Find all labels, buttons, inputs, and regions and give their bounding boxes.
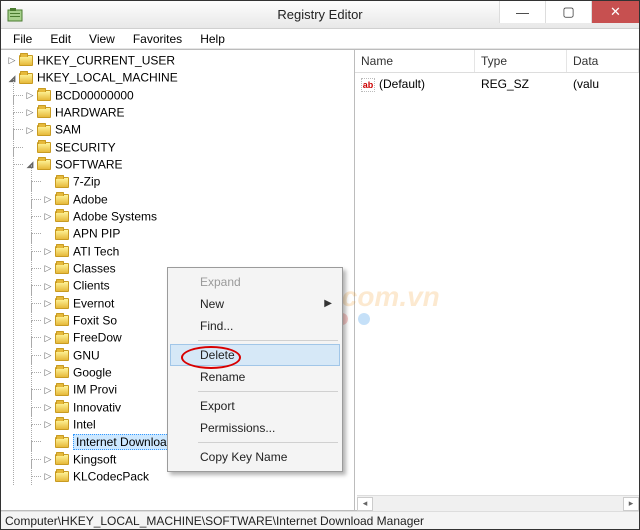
ctx-copy-key-name[interactable]: Copy Key Name <box>170 446 340 468</box>
folder-icon <box>55 419 69 430</box>
tree-node[interactable]: ▷Adobe Systems <box>43 208 354 225</box>
expander-icon[interactable]: ▷ <box>43 243 53 260</box>
folder-icon <box>55 298 69 309</box>
folder-icon <box>37 107 51 118</box>
scroll-right-icon[interactable]: ▸ <box>623 497 639 511</box>
tree-node[interactable]: ▷HKEY_CURRENT_USER <box>7 52 354 69</box>
ctx-export[interactable]: Export <box>170 395 340 417</box>
folder-icon <box>55 229 69 240</box>
status-path: Computer\HKEY_LOCAL_MACHINE\SOFTWARE\Int… <box>5 514 424 528</box>
expander-icon[interactable]: ▷ <box>7 52 17 69</box>
ctx-separator <box>198 340 338 341</box>
ctx-separator <box>198 442 338 443</box>
folder-icon <box>37 125 51 136</box>
folder-icon <box>55 211 69 222</box>
tree-node[interactable]: ▷BCD00000000 <box>25 87 354 104</box>
expander-icon[interactable]: ▷ <box>43 468 53 485</box>
expander-icon[interactable]: ▷ <box>43 382 53 399</box>
ctx-separator <box>198 391 338 392</box>
folder-icon <box>19 73 33 84</box>
tree-node[interactable]: ▷HARDWARE <box>25 104 354 121</box>
menu-file[interactable]: File <box>5 30 40 48</box>
regedit-icon <box>7 7 23 23</box>
value-type: REG_SZ <box>475 75 567 94</box>
menu-view[interactable]: View <box>81 30 123 48</box>
folder-icon <box>55 471 69 482</box>
folder-icon <box>55 437 69 448</box>
expander-icon[interactable]: ▷ <box>43 451 53 468</box>
column-data[interactable]: Data <box>567 50 639 72</box>
expander-icon[interactable]: ▷ <box>25 122 35 139</box>
value-data: (valu <box>567 75 639 94</box>
expander-icon[interactable]: ▷ <box>43 260 53 277</box>
context-menu: Expand New▶ Find... Delete Rename Export… <box>167 267 343 472</box>
scroll-left-icon[interactable]: ◂ <box>357 497 373 511</box>
menu-favorites[interactable]: Favorites <box>125 30 190 48</box>
folder-icon <box>55 194 69 205</box>
ctx-find[interactable]: Find... <box>170 315 340 337</box>
list-header: Name Type Data <box>355 50 639 73</box>
column-type[interactable]: Type <box>475 50 567 72</box>
list-pane[interactable]: Name Type Data ab(Default) REG_SZ (valu … <box>355 50 639 510</box>
menu-help[interactable]: Help <box>192 30 233 48</box>
folder-icon <box>55 333 69 344</box>
expander-icon[interactable]: ▷ <box>43 208 53 225</box>
expander-icon[interactable]: ▷ <box>25 87 35 104</box>
expander-icon[interactable]: ▷ <box>43 312 53 329</box>
ctx-expand: Expand <box>170 271 340 293</box>
ctx-new[interactable]: New▶ <box>170 293 340 315</box>
ctx-rename[interactable]: Rename <box>170 366 340 388</box>
window-title: Registry Editor <box>277 7 362 22</box>
expander-icon[interactable]: ▷ <box>43 278 53 295</box>
expander-icon[interactable]: ▷ <box>25 104 35 121</box>
folder-icon <box>55 281 69 292</box>
tree-node[interactable]: ▷SAM <box>25 121 354 138</box>
tree-node[interactable]: ▷Adobe <box>43 191 354 208</box>
menu-edit[interactable]: Edit <box>42 30 79 48</box>
expander-icon[interactable]: ▷ <box>43 364 53 381</box>
maximize-button[interactable]: ▢ <box>545 1 591 23</box>
folder-icon <box>55 350 69 361</box>
tree-node[interactable]: 7-Zip <box>43 173 354 190</box>
horizontal-scrollbar[interactable]: ◂ ▸ <box>357 495 639 510</box>
folder-icon <box>55 402 69 413</box>
folder-icon <box>55 385 69 396</box>
titlebar: Registry Editor — ▢ ✕ <box>1 1 639 29</box>
window-buttons: — ▢ ✕ <box>499 1 639 23</box>
ctx-delete[interactable]: Delete <box>170 344 340 366</box>
expander-icon[interactable]: ◢ <box>7 70 17 87</box>
minimize-button[interactable]: — <box>499 1 545 23</box>
folder-icon <box>37 142 51 153</box>
ctx-permissions[interactable]: Permissions... <box>170 417 340 439</box>
tree-node[interactable]: SECURITY <box>25 139 354 156</box>
folder-icon <box>37 90 51 101</box>
menubar: File Edit View Favorites Help <box>1 29 639 49</box>
expander-icon[interactable]: ▷ <box>43 416 53 433</box>
expander-icon[interactable]: ▷ <box>43 399 53 416</box>
string-value-icon: ab <box>361 78 375 92</box>
tree-node[interactable]: ▷ATI Tech <box>43 243 354 260</box>
column-name[interactable]: Name <box>355 50 475 72</box>
folder-icon <box>55 263 69 274</box>
folder-icon <box>37 159 51 170</box>
expander-icon[interactable]: ▷ <box>43 347 53 364</box>
folder-icon <box>19 55 33 66</box>
folder-icon <box>55 315 69 326</box>
folder-icon <box>55 454 69 465</box>
expander-icon[interactable]: ▷ <box>43 330 53 347</box>
close-button[interactable]: ✕ <box>591 1 639 23</box>
folder-icon <box>55 177 69 188</box>
tree-node[interactable]: APN PIP <box>43 225 354 242</box>
expander-icon[interactable]: ▷ <box>43 191 53 208</box>
statusbar: Computer\HKEY_LOCAL_MACHINE\SOFTWARE\Int… <box>1 511 639 529</box>
list-row[interactable]: ab(Default) REG_SZ (valu <box>355 73 639 96</box>
folder-icon <box>55 246 69 257</box>
submenu-arrow-icon: ▶ <box>324 298 332 309</box>
folder-icon <box>55 367 69 378</box>
expander-icon[interactable]: ◢ <box>25 156 35 173</box>
value-name: ab(Default) <box>355 75 475 94</box>
expander-icon[interactable]: ▷ <box>43 295 53 312</box>
